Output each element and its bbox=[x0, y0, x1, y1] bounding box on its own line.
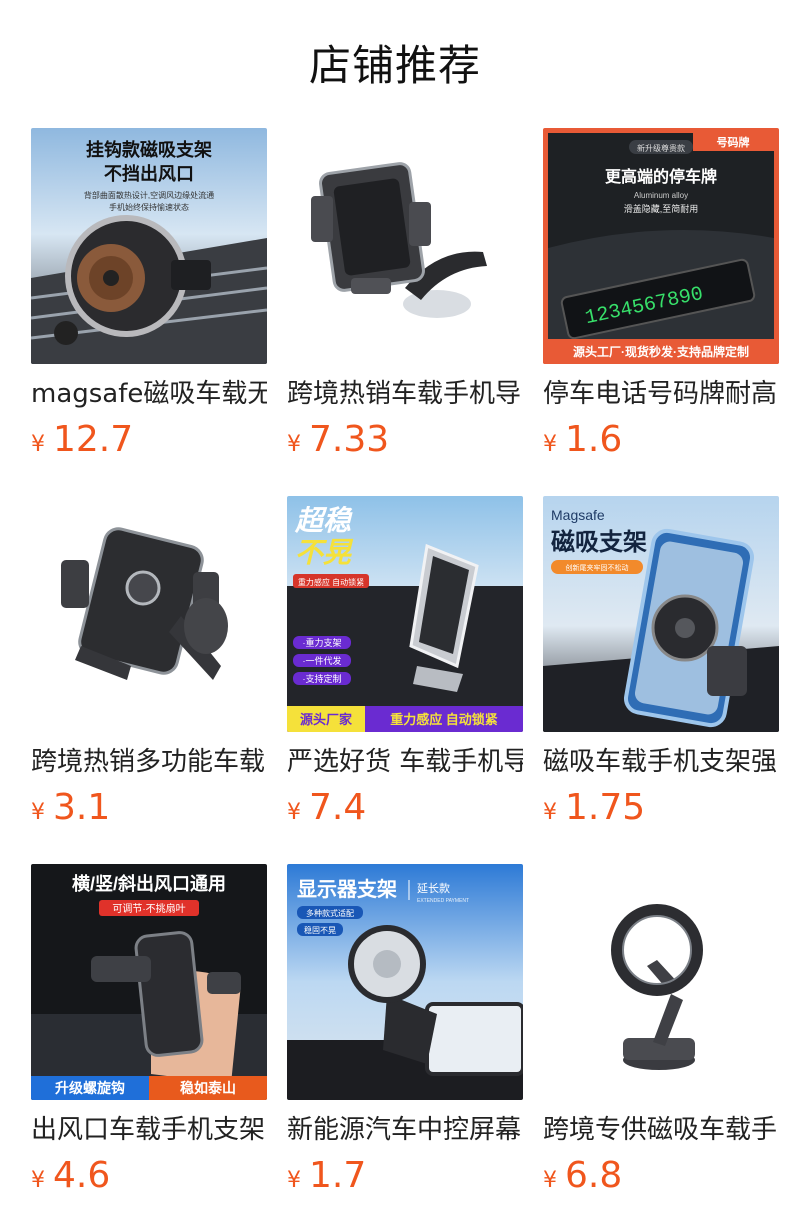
product-name[interactable]: 磁吸车载手机支架强 bbox=[543, 744, 779, 780]
product-card[interactable]: 显示器支架 延长款 EXTENDED PAYMENT 多种款式适配 稳固不晃 新… bbox=[287, 864, 523, 1232]
image-caption: EXTENDED PAYMENT bbox=[417, 898, 469, 904]
image-caption: 横/竖/斜出风口通用 bbox=[72, 873, 226, 894]
image-caption: 重力感应 自动锁紧 bbox=[298, 577, 364, 587]
image-caption: ·重力支架 bbox=[303, 637, 342, 648]
product-name[interactable]: 出风口车载手机支架 bbox=[31, 1112, 267, 1148]
price-value: 1.7 bbox=[309, 1155, 367, 1196]
currency-symbol: ¥ bbox=[287, 800, 301, 825]
product-image[interactable]: 挂钩款磁吸支架 不挡出风口 背部曲面散热设计,空调风边缘处流通 手机始终保持愉速… bbox=[31, 128, 267, 364]
product-image[interactable]: 号码牌 新升级尊贵款 更高端的停车牌 Aluminum alloy 滑盖隐藏,至… bbox=[543, 128, 779, 364]
product-name[interactable]: 跨境专供磁吸车载手 bbox=[543, 1112, 779, 1148]
image-caption: 超稳 bbox=[294, 505, 353, 536]
image-caption: 挂钩款磁吸支架 bbox=[86, 139, 212, 160]
image-caption: Magsafe bbox=[551, 507, 605, 523]
product-name[interactable]: 跨境热销多功能车载 bbox=[31, 744, 267, 780]
product-name[interactable]: 新能源汽车中控屏幕 bbox=[287, 1112, 523, 1148]
price-value: 1.6 bbox=[565, 419, 623, 460]
product-price: ¥6.8 bbox=[543, 1154, 779, 1198]
product-card[interactable]: 超稳 不晃 重力感应 自动锁紧 ·重力支架 ·一件代发 ·支持定制 源头厂家 重… bbox=[287, 496, 523, 864]
product-price: ¥1.7 bbox=[287, 1154, 523, 1198]
product-image[interactable] bbox=[543, 864, 779, 1100]
product-card[interactable]: 跨境热销多功能车载 ¥3.1 bbox=[31, 496, 267, 864]
image-caption: 滑盖隐藏,至简耐用 bbox=[624, 203, 699, 214]
currency-symbol: ¥ bbox=[31, 800, 45, 825]
page-title: 店铺推荐 bbox=[308, 41, 481, 90]
product-image[interactable] bbox=[287, 128, 523, 364]
price-value: 7.33 bbox=[309, 419, 390, 460]
product-card[interactable]: 跨境热销车载手机导 ¥7.33 bbox=[287, 128, 523, 496]
image-caption: 号码牌 bbox=[717, 135, 750, 149]
image-caption: 可调节·不挑扇叶 bbox=[112, 902, 185, 915]
product-image[interactable]: Magsafe 磁吸支架 创新尾夹牢固不松动 bbox=[543, 496, 779, 732]
image-caption: 不挡出风口 bbox=[104, 163, 194, 184]
product-price: ¥1.6 bbox=[543, 418, 779, 462]
product-image[interactable]: 显示器支架 延长款 EXTENDED PAYMENT 多种款式适配 稳固不晃 bbox=[287, 864, 523, 1100]
product-name[interactable]: magsafe磁吸车载无 bbox=[31, 376, 267, 412]
image-caption: 升级螺旋钩 bbox=[55, 1080, 125, 1096]
product-price: ¥7.4 bbox=[287, 786, 523, 830]
image-caption: ·一件代发 bbox=[303, 655, 342, 666]
product-price: ¥7.33 bbox=[287, 418, 523, 462]
product-price: ¥1.75 bbox=[543, 786, 779, 830]
price-value: 12.7 bbox=[53, 419, 134, 460]
image-caption: 背部曲面散热设计,空调风边缘处流通 bbox=[84, 190, 214, 200]
image-caption: 多种款式适配 bbox=[306, 908, 354, 918]
image-caption: 显示器支架 bbox=[297, 877, 397, 901]
currency-symbol: ¥ bbox=[287, 1168, 301, 1193]
image-caption: 手机始终保持愉速状态 bbox=[109, 202, 189, 212]
currency-symbol: ¥ bbox=[287, 432, 301, 457]
image-caption: 源头工厂·现货秒发·支持品牌定制 bbox=[573, 344, 749, 359]
currency-symbol: ¥ bbox=[543, 800, 557, 825]
product-image[interactable]: 横/竖/斜出风口通用 可调节·不挑扇叶 升级螺旋钩 稳如泰山 bbox=[31, 864, 267, 1100]
image-caption: ·支持定制 bbox=[303, 673, 342, 684]
price-value: 1.75 bbox=[565, 787, 646, 828]
currency-symbol: ¥ bbox=[31, 1168, 45, 1193]
image-caption: 稳如泰山 bbox=[180, 1080, 236, 1096]
image-caption: Aluminum alloy bbox=[634, 191, 688, 200]
image-caption: 创新尾夹牢固不松动 bbox=[566, 563, 629, 572]
product-name[interactable]: 停车电话号码牌耐高 bbox=[543, 376, 779, 412]
image-caption: 源头厂家 bbox=[300, 712, 353, 727]
image-caption: 不晃 bbox=[295, 537, 354, 568]
product-name[interactable]: 跨境热销车载手机导 bbox=[287, 376, 523, 412]
product-image[interactable]: 超稳 不晃 重力感应 自动锁紧 ·重力支架 ·一件代发 ·支持定制 源头厂家 重… bbox=[287, 496, 523, 732]
product-price: ¥3.1 bbox=[31, 786, 267, 830]
image-caption: 新升级尊贵款 bbox=[637, 143, 685, 153]
price-value: 3.1 bbox=[53, 787, 111, 828]
product-name[interactable]: 严选好货 车载手机导 bbox=[287, 744, 523, 780]
image-caption: 更高端的停车牌 bbox=[605, 167, 717, 186]
image-caption: 延长款 bbox=[417, 881, 450, 895]
product-grid: 挂钩款磁吸支架 不挡出风口 背部曲面散热设计,空调风边缘处流通 手机始终保持愉速… bbox=[31, 128, 790, 1232]
price-value: 4.6 bbox=[53, 1155, 111, 1196]
product-price: ¥12.7 bbox=[31, 418, 267, 462]
product-price: ¥4.6 bbox=[31, 1154, 267, 1198]
product-card[interactable]: 号码牌 新升级尊贵款 更高端的停车牌 Aluminum alloy 滑盖隐藏,至… bbox=[543, 128, 779, 496]
image-caption: 重力感应 自动锁紧 bbox=[390, 712, 498, 727]
product-card[interactable]: 挂钩款磁吸支架 不挡出风口 背部曲面散热设计,空调风边缘处流通 手机始终保持愉速… bbox=[31, 128, 267, 496]
image-caption: 磁吸支架 bbox=[551, 528, 647, 556]
product-card[interactable]: 跨境专供磁吸车载手 ¥6.8 bbox=[543, 864, 779, 1232]
product-card[interactable]: 横/竖/斜出风口通用 可调节·不挑扇叶 升级螺旋钩 稳如泰山 出风口车载手机支架… bbox=[31, 864, 267, 1232]
price-value: 6.8 bbox=[565, 1155, 623, 1196]
image-caption: 稳固不晃 bbox=[304, 925, 336, 935]
product-card[interactable]: Magsafe 磁吸支架 创新尾夹牢固不松动 磁吸车载手机支架强 ¥1.75 bbox=[543, 496, 779, 864]
currency-symbol: ¥ bbox=[543, 1168, 557, 1193]
currency-symbol: ¥ bbox=[31, 432, 45, 457]
price-value: 7.4 bbox=[309, 787, 367, 828]
shop-recommend-page: 店铺推荐 挂钩款磁吸支架 不挡出风口 背部曲面散热设计,空调风边缘处流通 手机始… bbox=[0, 0, 790, 1232]
currency-symbol: ¥ bbox=[543, 432, 557, 457]
product-image[interactable] bbox=[31, 496, 267, 732]
